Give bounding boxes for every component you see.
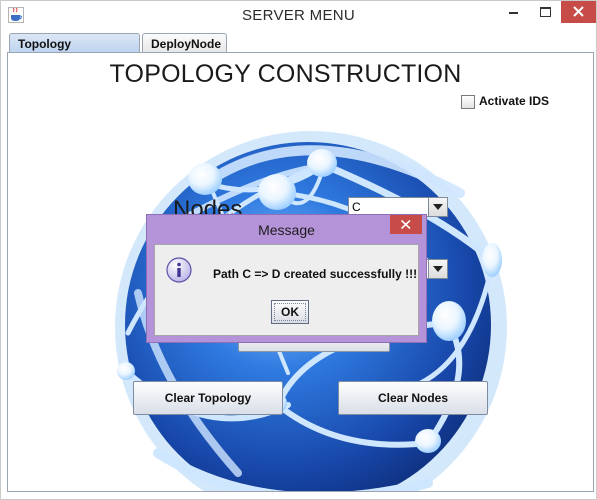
dialog-title: Message: [258, 222, 315, 238]
tab-deploy-node[interactable]: DeployNode: [142, 33, 227, 53]
close-window-button[interactable]: [561, 1, 596, 23]
maximize-button[interactable]: [529, 1, 561, 23]
node-select-value: C: [352, 200, 361, 214]
message-dialog: Message Path C => D created successfully…: [146, 214, 427, 343]
info-icon: [166, 257, 192, 283]
close-icon: [573, 6, 584, 17]
dialog-message: Path C => D created successfully !!!: [213, 267, 418, 281]
ok-button[interactable]: OK: [271, 300, 309, 324]
clear-topology-button[interactable]: Clear Topology: [133, 381, 283, 415]
page-title: TOPOLOGY CONSTRUCTION: [109, 60, 462, 88]
dialog-body: Path C => D created successfully !!! OK: [154, 244, 419, 336]
close-icon: [401, 220, 411, 229]
clear-nodes-button[interactable]: Clear Nodes: [338, 381, 488, 415]
checkbox-box[interactable]: [461, 95, 475, 109]
dropdown-arrow[interactable]: [428, 198, 447, 216]
server-menu-window: SERVER MENU Topology Construct DeployNod…: [0, 0, 597, 500]
title-bar: SERVER MENU: [1, 1, 596, 31]
minimize-button[interactable]: [497, 1, 529, 23]
activate-ids-label: Activate IDS: [479, 94, 550, 108]
dropdown-arrow[interactable]: [428, 260, 447, 278]
tab-topology-construct[interactable]: Topology Construct: [9, 33, 140, 65]
chevron-down-icon: [433, 266, 443, 272]
dialog-close-button[interactable]: [390, 215, 422, 234]
chevron-down-icon: [433, 204, 443, 210]
